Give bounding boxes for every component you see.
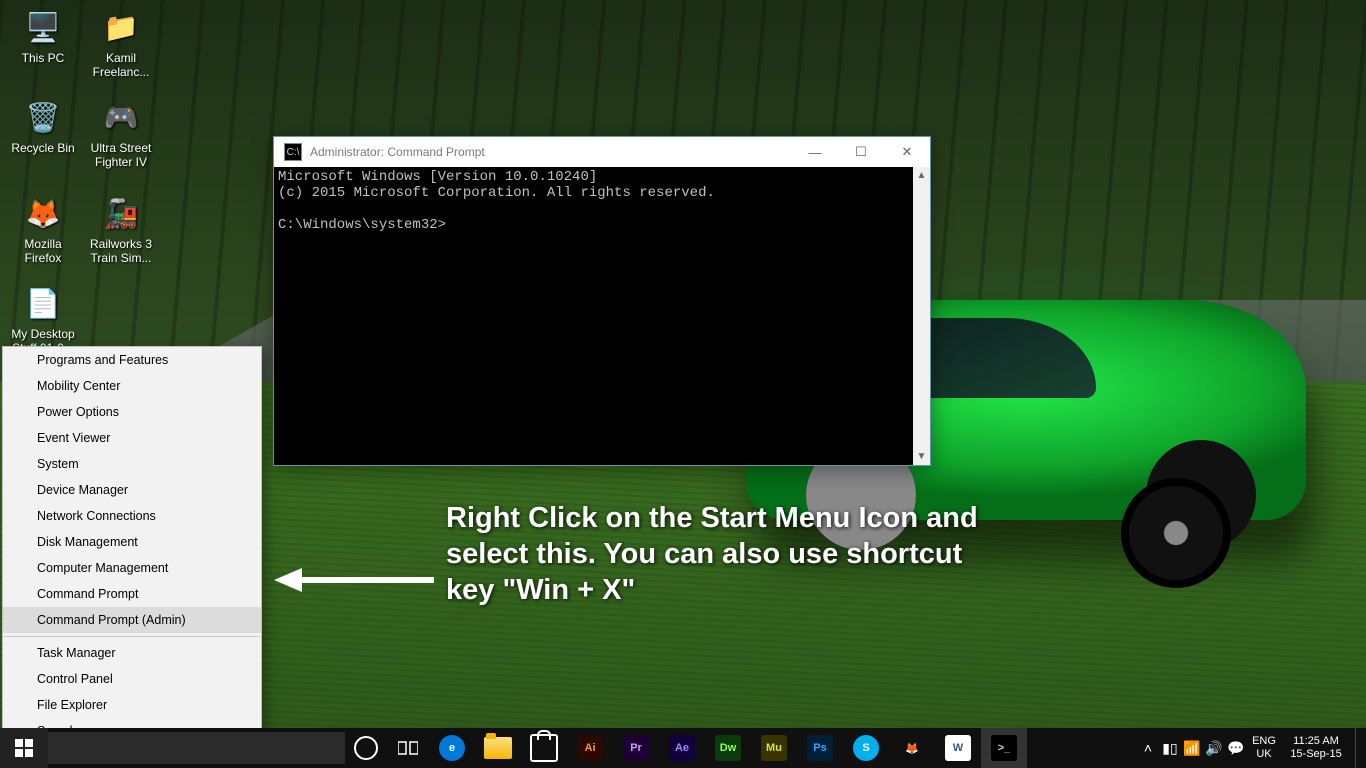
taskbar-app-store[interactable] <box>521 728 567 768</box>
firefox-icon: 🦊 <box>22 192 64 234</box>
winx-context-menu[interactable]: Programs and FeaturesMobility CenterPowe… <box>2 346 262 768</box>
cmd-icon: >_ <box>991 735 1017 761</box>
menu-item-programs-and-features[interactable]: Programs and Features <box>3 347 261 373</box>
command-prompt-window[interactable]: C:\ Administrator: Command Prompt — ☐ ✕ … <box>273 136 931 466</box>
menu-item-mobility-center[interactable]: Mobility Center <box>3 373 261 399</box>
ps-icon: Ps <box>807 735 833 761</box>
word-icon: W <box>945 735 971 761</box>
menu-item-file-explorer[interactable]: File Explorer <box>3 692 261 718</box>
desktop-icon-label: Ultra Street Fighter IV <box>84 141 158 169</box>
menu-item-network-connections[interactable]: Network Connections <box>3 503 261 529</box>
window-title: Administrator: Command Prompt <box>310 145 485 159</box>
taskbar: e Ai Pr Ae Dw Mu Ps S 🦊 W >_ ˄ ▮▯ 📶 🔊 💬 ENG UK 11:… <box>0 728 1366 768</box>
dw-icon: Dw <box>715 735 741 761</box>
annotation-text: Right Click on the Start Menu Icon and s… <box>446 500 1006 608</box>
menu-item-task-manager[interactable]: Task Manager <box>3 640 261 666</box>
mu-icon: Mu <box>761 735 787 761</box>
taskbar-app-pr[interactable]: Pr <box>613 728 659 768</box>
language-indicator[interactable]: ENG UK <box>1247 735 1281 761</box>
ai-icon: Ai <box>577 735 603 761</box>
taskbar-app-ae[interactable]: Ae <box>659 728 705 768</box>
battery-icon[interactable]: ▮▯ <box>1159 740 1181 757</box>
show-desktop-button[interactable] <box>1355 728 1362 768</box>
menu-item-power-options[interactable]: Power Options <box>3 399 261 425</box>
cortana-button[interactable] <box>345 728 387 768</box>
desktop-icon-usf4[interactable]: 🎮 Ultra Street Fighter IV <box>84 96 158 169</box>
tray-overflow-icon[interactable]: ˄ <box>1137 740 1159 756</box>
desktop-icon-this-pc[interactable]: 🖥️ This PC <box>6 6 80 65</box>
taskbar-app-cmd[interactable]: >_ <box>981 728 1027 768</box>
desktop-icon-label: Recycle Bin <box>6 141 80 155</box>
maximize-button[interactable]: ☐ <box>838 137 884 167</box>
monitor-icon: 🖥️ <box>22 6 64 48</box>
desktop-icon-railworks[interactable]: 🚂 Railworks 3 Train Sim... <box>84 192 158 265</box>
taskbar-app-firefox[interactable]: 🦊 <box>889 728 935 768</box>
train-icon: 🚂 <box>100 192 142 234</box>
menu-item-command-prompt[interactable]: Command Prompt <box>3 581 261 607</box>
menu-item-control-panel[interactable]: Control Panel <box>3 666 261 692</box>
pr-icon: Pr <box>623 735 649 761</box>
taskbar-app-word[interactable]: W <box>935 728 981 768</box>
recycle-bin-icon: 🗑️ <box>22 96 64 138</box>
firefox-icon: 🦊 <box>899 735 925 761</box>
menu-item-event-viewer[interactable]: Event Viewer <box>3 425 261 451</box>
desktop-icon-firefox[interactable]: 🦊 Mozilla Firefox <box>6 192 80 265</box>
taskbar-search[interactable] <box>48 732 345 764</box>
desktop-icon-label: Mozilla Firefox <box>6 237 80 265</box>
system-tray: ˄ ▮▯ 📶 🔊 💬 ENG UK 11:25 AM 15-Sep-15 <box>1137 728 1366 768</box>
taskbar-app-edge[interactable]: e <box>429 728 475 768</box>
volume-icon[interactable]: 🔊 <box>1203 740 1225 757</box>
close-button[interactable]: ✕ <box>884 137 930 167</box>
scroll-up-icon[interactable]: ▲ <box>913 167 930 184</box>
minimize-button[interactable]: — <box>792 137 838 167</box>
menu-item-system[interactable]: System <box>3 451 261 477</box>
desktop-icon-my-desktop-stuff[interactable]: 📄 My Desktop Stuff 01-0... <box>6 282 80 355</box>
taskbar-app-skype[interactable]: S <box>843 728 889 768</box>
taskbar-app-file-explorer[interactable] <box>475 728 521 768</box>
task-view-button[interactable] <box>387 728 429 768</box>
folder-icon: 📁 <box>100 6 142 48</box>
scroll-down-icon[interactable]: ▼ <box>913 448 930 465</box>
taskbar-app-ai[interactable]: Ai <box>567 728 613 768</box>
window-titlebar[interactable]: C:\ Administrator: Command Prompt — ☐ ✕ <box>274 137 930 167</box>
action-center-icon[interactable]: 💬 <box>1225 740 1247 757</box>
document-icon: 📄 <box>22 282 64 324</box>
store-icon <box>530 734 558 762</box>
taskbar-app-mu[interactable]: Mu <box>751 728 797 768</box>
cortana-icon <box>354 736 378 760</box>
game-icon: 🎮 <box>100 96 142 138</box>
terminal-output[interactable]: Microsoft Windows [Version 10.0.10240] (… <box>274 167 930 465</box>
windows-logo-icon <box>15 739 33 757</box>
clock[interactable]: 11:25 AM 15-Sep-15 <box>1281 735 1351 761</box>
desktop-icon-recycle-bin[interactable]: 🗑️ Recycle Bin <box>6 96 80 155</box>
taskbar-app-ps[interactable]: Ps <box>797 728 843 768</box>
folder-icon <box>484 737 512 759</box>
ae-icon: Ae <box>669 735 695 761</box>
wifi-icon[interactable]: 📶 <box>1181 740 1203 757</box>
desktop-icon-folder-kamil[interactable]: 📁 Kamil Freelanc... <box>84 6 158 79</box>
start-button[interactable] <box>0 728 48 768</box>
cmd-icon: C:\ <box>284 143 302 161</box>
scrollbar[interactable]: ▲ ▼ <box>913 167 930 465</box>
desktop-icon-label: This PC <box>6 51 80 65</box>
taskbar-app-dw[interactable]: Dw <box>705 728 751 768</box>
menu-item-command-prompt-admin[interactable]: Command Prompt (Admin) <box>3 607 261 633</box>
menu-item-computer-management[interactable]: Computer Management <box>3 555 261 581</box>
edge-icon: e <box>439 735 465 761</box>
desktop-icon-label: Railworks 3 Train Sim... <box>84 237 158 265</box>
task-view-icon <box>398 740 418 756</box>
menu-separator <box>4 636 260 637</box>
skype-icon: S <box>853 735 879 761</box>
menu-item-device-manager[interactable]: Device Manager <box>3 477 261 503</box>
desktop-icon-label: Kamil Freelanc... <box>84 51 158 79</box>
menu-item-disk-management[interactable]: Disk Management <box>3 529 261 555</box>
